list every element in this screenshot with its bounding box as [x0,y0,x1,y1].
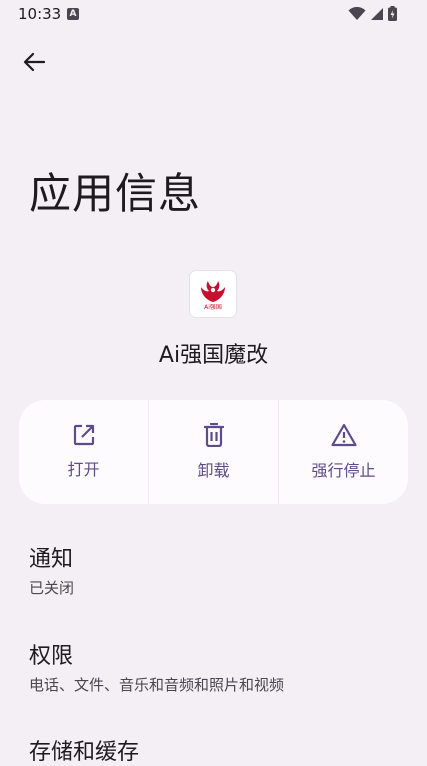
arrow-back-icon [23,52,45,72]
uninstall-button-label: 卸载 [197,461,230,480]
notifications-title: 通知 [29,547,74,572]
open-external-icon [73,424,94,446]
notifications-setting[interactable]: 通知 已关闭 [29,541,74,598]
warning-icon [330,423,357,447]
permissions-setting[interactable]: 权限 电话、文件、音乐和音频和照片和视频 [29,638,284,695]
status-bar: 10:33 A [0,0,427,28]
app-icon-label: Ai强国 [204,303,222,311]
notification-badge-icon: A [67,8,79,20]
storage-title: 存储和缓存 [29,740,140,765]
permissions-title: 权限 [29,644,74,669]
status-time: 10:33 [18,5,62,23]
storage-setting[interactable]: 存储和缓存 [29,734,139,766]
page-title: 应用信息 [29,169,202,218]
force-stop-button-label: 强行停止 [311,461,376,480]
wifi-icon [348,6,366,20]
open-button[interactable]: 打开 [19,400,148,504]
app-actions-card: 打开 卸载 强行停止 [19,400,408,504]
status-icons [348,6,397,21]
phoenix-logo-icon [201,280,225,302]
back-button[interactable] [14,44,54,80]
open-button-label: 打开 [67,460,100,479]
app-icon: Ai强国 [190,271,236,317]
signal-icon [371,7,383,20]
trash-icon [203,423,224,447]
battery-icon [388,6,397,21]
force-stop-button[interactable]: 强行停止 [278,400,408,504]
permissions-subtitle: 电话、文件、音乐和音频和照片和视频 [29,676,285,694]
notifications-subtitle: 已关闭 [29,579,75,597]
uninstall-button[interactable]: 卸载 [148,400,278,504]
app-name: Ai强国魔改 [158,343,269,368]
